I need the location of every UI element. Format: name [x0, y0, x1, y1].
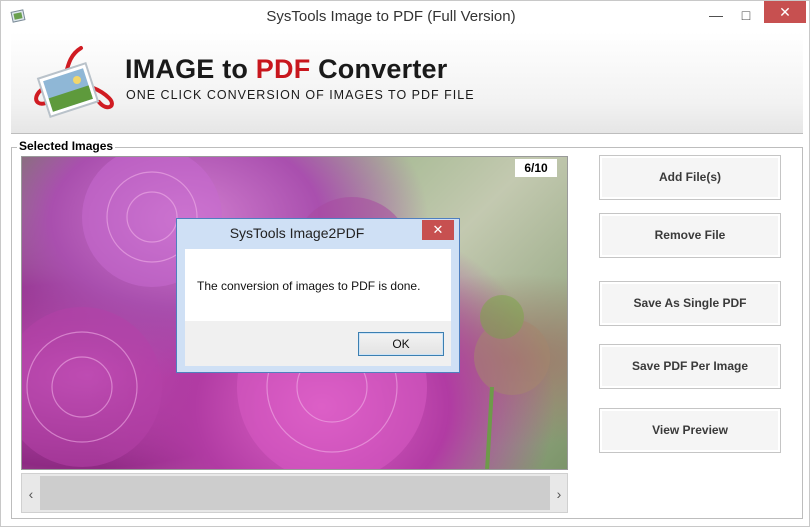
dialog-close-button[interactable]: ✕ — [422, 220, 454, 240]
close-button[interactable]: ✕ — [764, 1, 806, 23]
save-pdf-per-image-button[interactable]: Save PDF Per Image — [599, 344, 781, 389]
image-counter: 6/10 — [515, 159, 557, 177]
scrollbar-thumb[interactable] — [40, 476, 550, 510]
image-to-pdf-logo-icon — [34, 46, 114, 119]
dialog-body: The conversion of images to PDF is done.… — [185, 249, 451, 366]
minimize-button[interactable]: — — [701, 3, 731, 27]
message-dialog: SysTools Image2PDF ✕ The conversion of i… — [176, 218, 460, 373]
remove-file-button[interactable]: Remove File — [599, 213, 781, 258]
banner-title-part1: IMAGE to — [125, 54, 256, 84]
banner-title: IMAGE to PDF Converter — [125, 54, 447, 85]
dialog-title: SysTools Image2PDF — [229, 225, 365, 241]
banner-title-part3: Converter — [310, 54, 448, 84]
scroll-right-icon[interactable]: › — [552, 486, 566, 502]
banner-subtitle: ONE CLICK CONVERSION OF IMAGES TO PDF FI… — [126, 88, 475, 102]
horizontal-scrollbar[interactable]: ‹ › — [21, 473, 568, 513]
title-bar[interactable]: SysTools Image to PDF (Full Version) — □… — [1, 1, 809, 32]
maximize-button[interactable]: □ — [731, 3, 761, 27]
banner-title-pdf: PDF — [255, 54, 311, 84]
save-as-single-pdf-button[interactable]: Save As Single PDF — [599, 281, 781, 326]
selected-images-label: Selected Images — [17, 139, 116, 153]
header-banner: IMAGE to PDF Converter ONE CLICK CONVERS… — [11, 32, 803, 134]
app-window: SysTools Image to PDF (Full Version) — □… — [0, 0, 810, 527]
window-title: SysTools Image to PDF (Full Version) — [266, 8, 516, 25]
view-preview-button[interactable]: View Preview — [599, 408, 781, 453]
dialog-message: The conversion of images to PDF is done. — [197, 279, 421, 293]
ok-button[interactable]: OK — [358, 332, 444, 356]
scroll-left-icon[interactable]: ‹ — [24, 486, 38, 502]
dialog-footer: OK — [185, 321, 451, 366]
add-files-button[interactable]: Add File(s) — [599, 155, 781, 200]
